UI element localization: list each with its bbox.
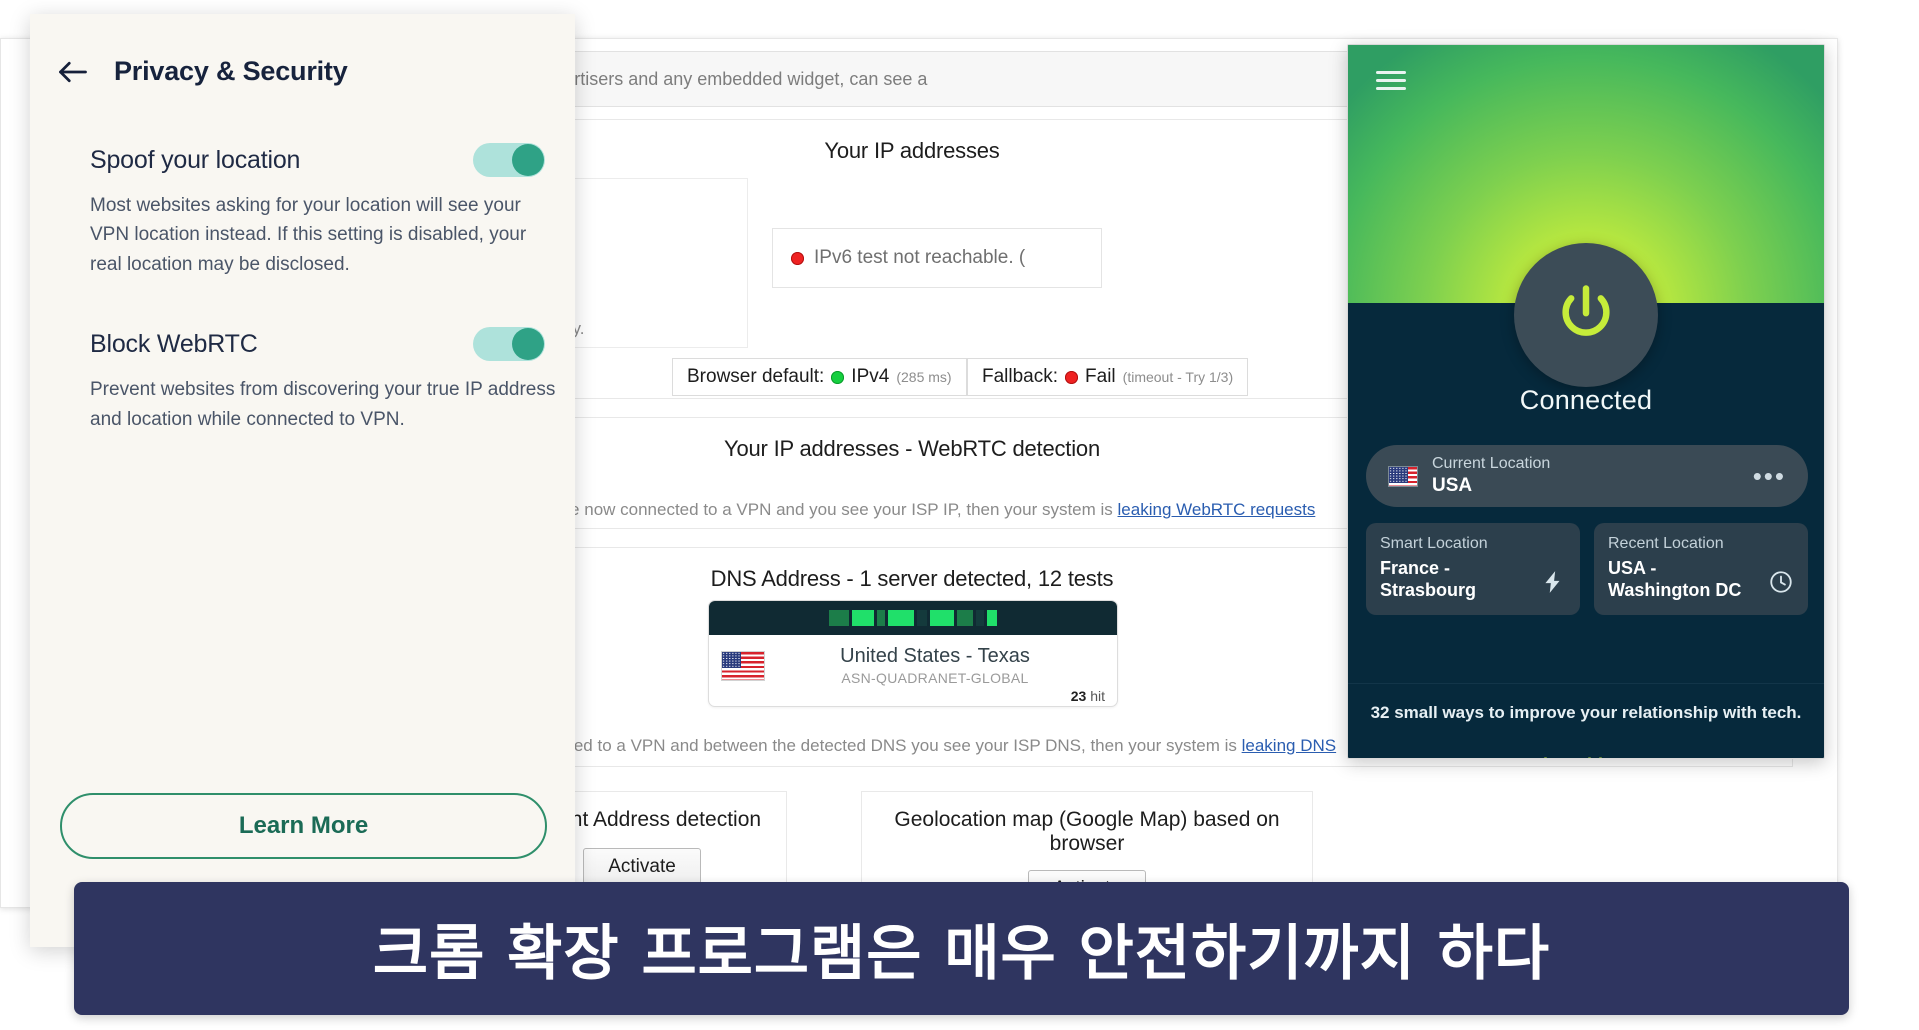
hamburger-menu-icon[interactable] [1376,71,1406,95]
vpn-blurb-text: 32 small ways to improve your relationsh… [1370,703,1802,722]
setting-block-webrtc-toggle[interactable] [473,327,545,362]
power-button-icon[interactable] [1514,243,1658,387]
smart-location-tile[interactable]: Smart Location France - Strasbourg [1366,523,1580,615]
dns-location: United States - Texas [840,645,1030,667]
status-dot-red [1065,370,1079,384]
setting-spoof-location: Spoof your location Most websites asking… [30,143,575,279]
page-title: Privacy & Security [114,56,348,86]
setting-block-webrtc-description: Prevent websites from discovering your t… [90,379,556,430]
caption-text: 크롬 확장 프로그램은 매우 안전하기까지 하다 [372,919,1551,989]
setting-block-webrtc: Block WebRTC Prevent websites from disco… [30,327,575,434]
smart-location-value: France - Strasbourg [1380,558,1477,600]
webrtc-leak-link[interactable]: leaking WebRTC requests [1118,500,1316,519]
pill-fallback: Fallback: Fail (timeout - Try 1/3) [967,358,1249,396]
location-tiles: Smart Location France - Strasbourg Recen… [1366,523,1808,615]
dns-address-redacted [709,601,1117,635]
screenshot-stage: nation that all the sites you visit, as … [0,0,1919,1030]
setting-spoof-location-description: Most websites asking for your location w… [90,195,527,275]
ipv6-status-text: IPv6 test not reachable. ( [814,247,1026,268]
setting-spoof-location-toggle[interactable] [473,143,545,177]
us-flag-icon [1388,465,1418,487]
webrtc-note-prefix: If you are now connected to a VPN and yo… [508,500,1118,519]
recent-location-value: USA - Washington DC [1608,558,1742,600]
caption-bar: 크롬 확장 프로그램은 매우 안전하기까지 하다 [74,882,1849,1015]
setting-spoof-location-title: Spoof your location [90,145,301,174]
recent-location-tile[interactable]: Recent Location USA - Washington DC [1594,523,1808,615]
pill-fallback-value: Fail [1085,366,1116,387]
current-location-value: USA [1432,475,1473,496]
arrow-left-icon[interactable] [54,57,92,87]
pill-browser-default-label: Browser default: [687,366,825,387]
privacy-security-panel: Privacy & Security Spoof your location M… [30,14,575,947]
ellipsis-icon[interactable]: ••• [1753,463,1786,489]
vpn-connection-status: Connected [1519,385,1653,415]
read-blog-post-link[interactable]: Read our blog post [1348,755,1824,758]
status-dot-red [791,251,804,265]
pill-browser-default-value: IPv4 [851,366,890,387]
dns-leak-link[interactable]: leaking DNS [1242,736,1337,755]
vpn-divider [1348,683,1824,684]
dns-result-card: United States - Texas ASN-QUADRANET-GLOB… [708,600,1118,707]
learn-more-button[interactable]: Learn More [60,793,547,859]
pill-browser-default-sub: (285 ms) [896,369,952,385]
setting-block-webrtc-title: Block WebRTC [90,329,258,358]
status-dot-green [831,370,845,384]
us-flag-icon [721,650,765,681]
pill-fallback-sub: (timeout - Try 1/3) [1122,369,1234,385]
pill-fallback-label: Fallback: [982,366,1059,387]
pill-browser-default: Browser default: IPv4 (285 ms) [672,358,967,396]
dns-asn: ASN-QUADRANET-GLOBAL [841,670,1029,686]
clock-icon [1768,569,1794,600]
dns-note-prefix: ow connected to a VPN and between the de… [487,736,1242,755]
panel-header: Privacy & Security [30,14,575,87]
torrent-activate-button[interactable]: Activate [583,848,701,886]
recent-location-label: Recent Location [1608,535,1724,552]
lightning-bolt-icon [1540,569,1566,600]
current-location-label: Current Location [1432,455,1551,472]
vpn-app-panel: Connected Current Location USA ••• Smart… [1347,44,1825,759]
geolocation-title: Geolocation map (Google Map) based on br… [894,808,1280,855]
smart-location-label: Smart Location [1380,535,1488,552]
ipv6-status-box: IPv6 test not reachable. ( [772,228,1102,288]
current-location-row[interactable]: Current Location USA ••• [1366,445,1808,507]
dns-hit-count: 23 hit [1070,688,1105,704]
